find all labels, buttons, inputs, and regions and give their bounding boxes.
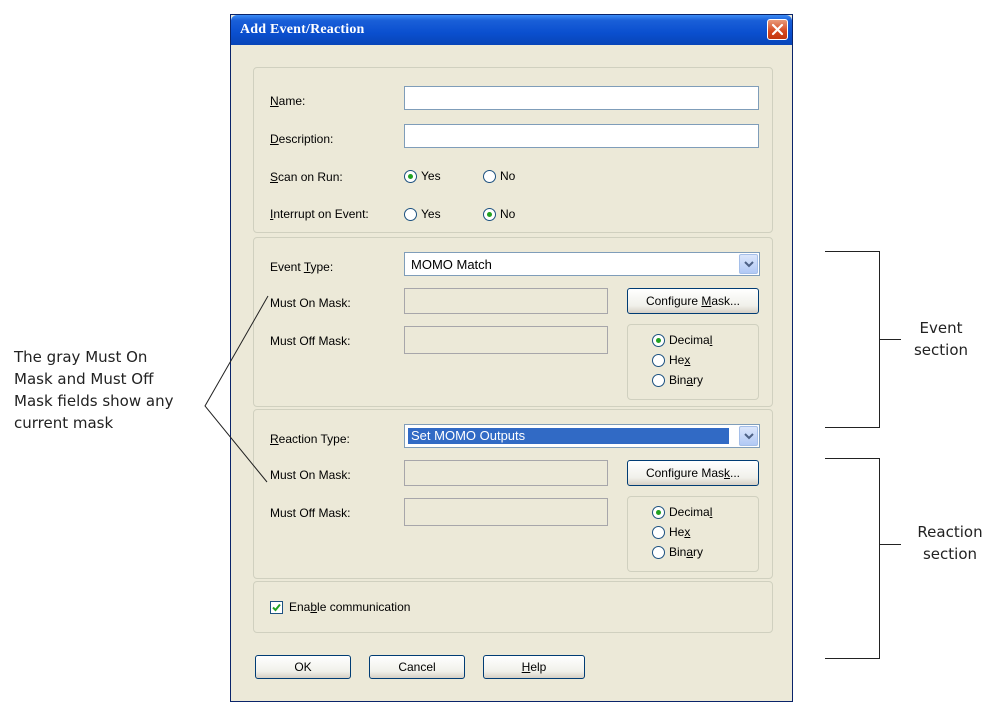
chevron-down-icon	[744, 261, 754, 268]
reaction-type-value: Set MOMO Outputs	[408, 428, 729, 444]
reaction-must-on-field	[404, 460, 608, 486]
radio-label: Decimal	[669, 505, 713, 519]
enable-communication-label: Enable communication	[289, 600, 411, 614]
title-bar[interactable]: Add Event/Reaction	[231, 15, 792, 45]
event-must-off-label: Must Off Mask:	[270, 334, 351, 348]
radio-label: Binary	[669, 545, 704, 559]
annotation-line: Reaction	[917, 523, 983, 541]
reaction-binary-radio[interactable]: Binary	[652, 545, 703, 559]
enable-communication-checkbox[interactable]	[270, 601, 283, 614]
close-button[interactable]	[767, 19, 788, 40]
radio-unselected-icon	[652, 373, 665, 387]
annotation-line: Mask fields show any	[14, 392, 174, 410]
dropdown-arrow[interactable]	[739, 426, 758, 446]
event-must-on-field	[404, 288, 608, 314]
radio-selected-icon	[652, 505, 665, 519]
radio-selected-icon	[404, 169, 417, 183]
communication-panel: Enable communication	[253, 581, 773, 633]
annotation-line: Event	[919, 319, 963, 337]
reaction-hex-radio[interactable]: Hex	[652, 525, 690, 539]
interrupt-no-radio[interactable]: No	[483, 207, 515, 221]
reaction-format-group: Decimal Hex Binary	[627, 496, 759, 572]
reaction-bracket-vertical	[879, 458, 880, 659]
event-configure-mask-button[interactable]: Configure Mask...	[627, 288, 759, 314]
scan-yes-radio[interactable]: Yes	[404, 169, 441, 183]
event-must-off-field	[404, 326, 608, 354]
radio-unselected-icon	[652, 545, 665, 559]
reaction-must-off-field	[404, 498, 608, 526]
radio-unselected-icon	[652, 353, 665, 367]
scan-on-run-label: Scan on Run:	[270, 170, 343, 184]
event-section-annotation: Event section	[906, 317, 976, 361]
event-decimal-radio[interactable]: Decimal	[652, 333, 712, 347]
interrupt-yes-radio[interactable]: Yes	[404, 207, 441, 221]
reaction-type-label: Reaction Type:	[270, 432, 350, 446]
chevron-down-icon	[744, 433, 754, 440]
reaction-section-annotation: Reaction section	[908, 521, 992, 565]
dropdown-arrow[interactable]	[739, 254, 758, 274]
event-panel: Event Type: MOMO Match Must On Mask: Con…	[253, 237, 773, 407]
add-event-reaction-dialog: Add Event/Reaction Name: Description: Sc…	[230, 14, 793, 702]
radio-label: Decimal	[669, 333, 713, 347]
name-field[interactable]	[404, 86, 759, 110]
close-icon	[771, 23, 784, 36]
scan-no-radio[interactable]: No	[483, 169, 515, 183]
reaction-configure-mask-button[interactable]: Configure Mask...	[627, 460, 759, 486]
description-field[interactable]	[404, 124, 759, 148]
ok-button[interactable]: OK	[255, 655, 351, 679]
cancel-button[interactable]: Cancel	[369, 655, 465, 679]
reaction-must-on-label: Must On Mask:	[270, 468, 351, 482]
general-panel: Name: Description: Scan on Run: Yes No I…	[253, 67, 773, 233]
event-type-dropdown[interactable]: MOMO Match	[404, 252, 760, 276]
interrupt-on-event-label: Interrupt on Event:	[270, 207, 369, 221]
radio-unselected-icon	[483, 169, 496, 183]
radio-unselected-icon	[404, 207, 417, 221]
mask-fields-annotation: The gray Must On Mask and Must Off Mask …	[14, 346, 214, 434]
radio-unselected-icon	[652, 525, 665, 539]
annotation-line: The gray Must On	[14, 348, 148, 366]
reaction-bracket-pointer	[879, 544, 901, 545]
event-binary-radio[interactable]: Binary	[652, 373, 703, 387]
event-type-value: MOMO Match	[411, 257, 492, 272]
radio-selected-icon	[652, 333, 665, 347]
annotation-line: section	[922, 545, 978, 563]
reaction-type-dropdown[interactable]: Set MOMO Outputs	[404, 424, 760, 448]
radio-label: Hex	[669, 353, 691, 367]
reaction-decimal-radio[interactable]: Decimal	[652, 505, 712, 519]
annotation-line: current mask	[14, 414, 114, 432]
annotation-line: section	[913, 341, 969, 359]
window-title: Add Event/Reaction	[240, 22, 365, 37]
checkmark-icon	[272, 603, 281, 612]
event-must-on-label: Must On Mask:	[270, 296, 351, 310]
annotation-line: Mask and Must Off	[14, 370, 154, 388]
event-type-label: Event Type:	[270, 260, 334, 274]
description-label: Description:	[270, 132, 334, 146]
radio-label: Binary	[669, 373, 704, 387]
help-button[interactable]: Help	[483, 655, 585, 679]
radio-label: No	[500, 169, 516, 183]
radio-label: Yes	[421, 169, 441, 183]
radio-label: Yes	[421, 207, 441, 221]
event-hex-radio[interactable]: Hex	[652, 353, 690, 367]
event-bracket-top	[825, 251, 880, 252]
radio-label: No	[500, 207, 516, 221]
reaction-bracket-top	[825, 458, 880, 459]
reaction-must-off-label: Must Off Mask:	[270, 506, 351, 520]
event-bracket-pointer	[879, 339, 901, 340]
radio-selected-icon	[483, 207, 496, 221]
radio-label: Hex	[669, 525, 691, 539]
event-bracket-bottom	[825, 427, 880, 428]
event-format-group: Decimal Hex Binary	[627, 324, 759, 400]
reaction-bracket-bottom	[825, 658, 880, 659]
name-label: Name:	[270, 94, 306, 108]
annotation-pointer-lines	[204, 295, 269, 483]
reaction-panel: Reaction Type: Set MOMO Outputs Must On …	[253, 409, 773, 579]
